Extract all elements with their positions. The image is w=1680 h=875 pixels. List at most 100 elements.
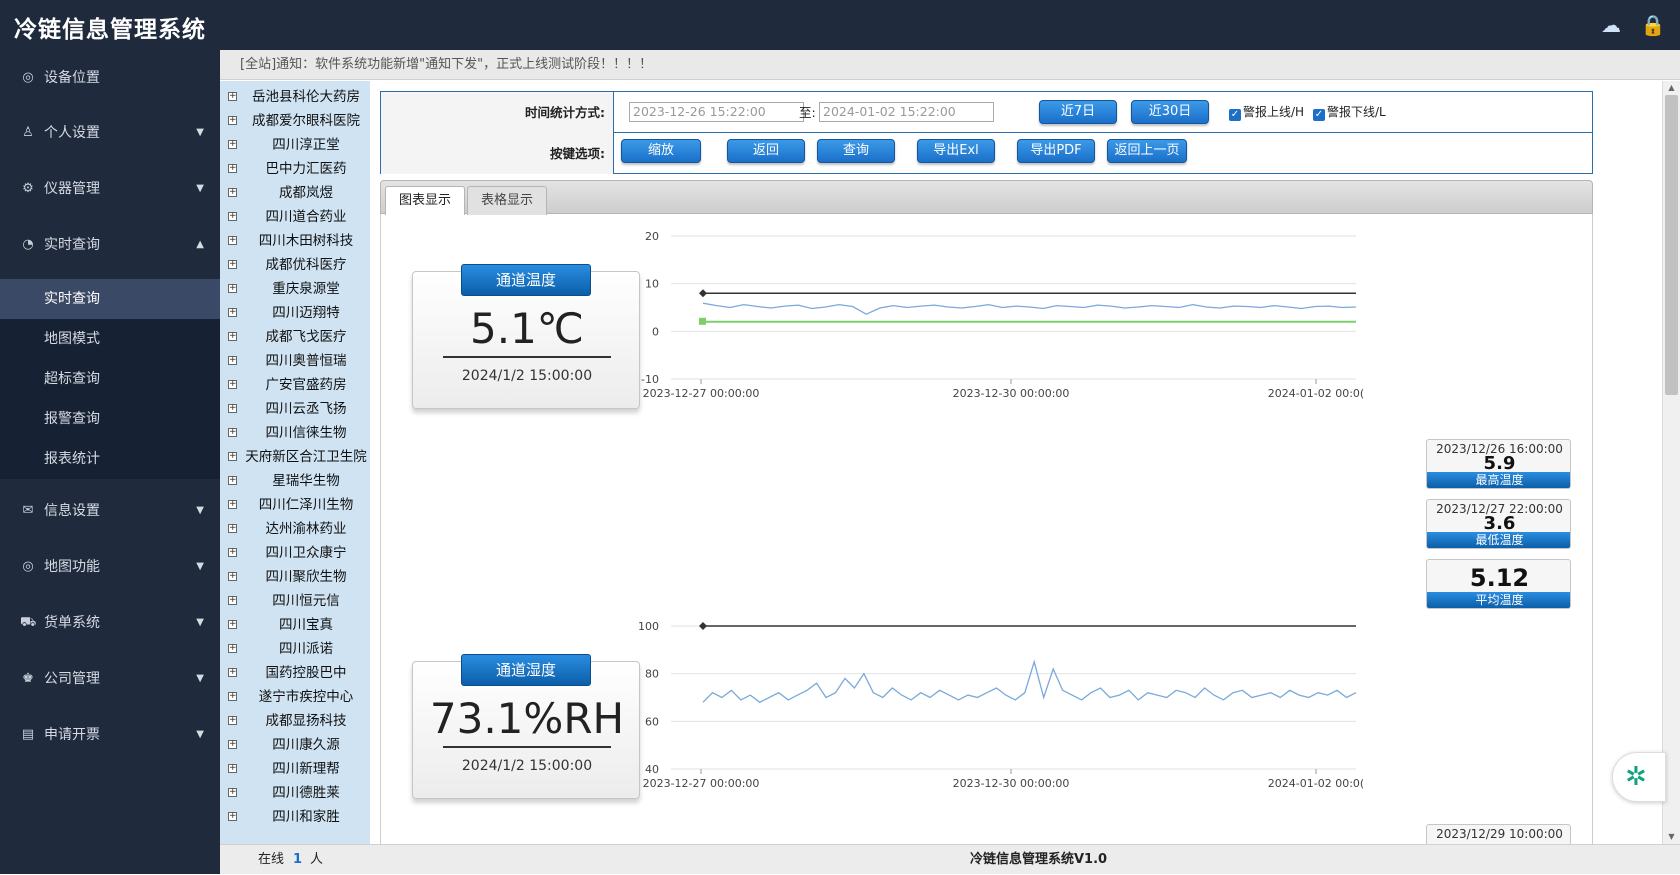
tree-item[interactable]: + 星瑞华生物 [220,469,370,493]
tree-item[interactable]: + 成都爱尔眼科医院 [220,109,370,133]
tree-item[interactable]: + 四川派诺 [220,637,370,661]
cloud-help-icon[interactable]: ☁ [1598,12,1624,38]
sidebar-item-realtime-query[interactable]: ◔ 实时查询 ▲ [0,225,220,265]
expand-icon[interactable]: + [228,212,237,221]
sidebar-item-company-management[interactable]: ♚ 公司管理 ▼ [0,659,220,699]
expand-icon[interactable]: + [228,164,237,173]
expand-icon[interactable]: + [228,452,237,461]
tree-item[interactable]: + 天府新区合江卫生院 [220,445,370,469]
chevron-up-icon: ▲ [196,239,204,250]
scroll-up-icon[interactable]: ▲ [1663,81,1680,95]
expand-icon[interactable]: + [228,92,237,101]
tree-item[interactable]: + 四川道合药业 [220,205,370,229]
sidebar-item-personal-settings[interactable]: ♙ 个人设置 ▼ [0,113,220,153]
tree-item[interactable]: + 遂宁市疾控中心 [220,685,370,709]
tree-item[interactable]: + 四川迈翔特 [220,301,370,325]
tree-item[interactable]: + 成都岚煜 [220,181,370,205]
expand-icon[interactable]: + [228,692,237,701]
scroll-down-icon[interactable]: ▼ [1663,830,1680,844]
tree-item[interactable]: + 四川新理帮 [220,757,370,781]
tab-chart-view[interactable]: 图表显示 [385,186,465,215]
end-date-input[interactable]: 2024-01-02 15:22:00 [819,102,994,122]
query-button[interactable]: 查询 [817,139,895,163]
sidebar-item-invoice[interactable]: ▤ 申请开票 ▼ [0,715,220,755]
temperature-gauge-header: 通道温度 [461,264,591,296]
tree-item[interactable]: + 四川聚欣生物 [220,565,370,589]
expand-icon[interactable]: + [228,260,237,269]
expand-icon[interactable]: + [228,380,237,389]
expand-icon[interactable]: + [228,596,237,605]
export-pdf-button[interactable]: 导出PDF [1017,139,1095,163]
tree-item[interactable]: + 重庆泉源堂 [220,277,370,301]
expand-icon[interactable]: + [228,356,237,365]
expand-icon[interactable]: + [228,236,237,245]
sidebar-subitem-report-stats[interactable]: 报表统计 [0,439,220,479]
tree-item[interactable]: + 达州渝林药业 [220,517,370,541]
expand-icon[interactable]: + [228,740,237,749]
export-excel-button[interactable]: 导出Exl [917,139,995,163]
sidebar-item-waybill-system[interactable]: ⛟ 货单系统 ▼ [0,603,220,643]
tree-item[interactable]: + 四川奥普恒瑞 [220,349,370,373]
expand-icon[interactable]: + [228,140,237,149]
expand-icon[interactable]: + [228,404,237,413]
tree-item[interactable]: + 成都显扬科技 [220,709,370,733]
expand-icon[interactable]: + [228,308,237,317]
expand-icon[interactable]: + [228,428,237,437]
tree-item[interactable]: + 四川康久源 [220,733,370,757]
tree-item[interactable]: + 成都优科医疗 [220,253,370,277]
back-button[interactable]: 返回 [727,139,805,163]
sidebar-subitem-realtime-query[interactable]: 实时查询 [0,279,220,319]
last-7-days-button[interactable]: 近7日 [1039,100,1117,124]
tree-item[interactable]: + 四川恒元信 [220,589,370,613]
expand-icon[interactable]: + [228,188,237,197]
expand-icon[interactable]: + [228,500,237,509]
expand-icon[interactable]: + [228,572,237,581]
expand-icon[interactable]: + [228,476,237,485]
tree-item[interactable]: + 四川云丞飞扬 [220,397,370,421]
tree-item[interactable]: + 四川宝真 [220,613,370,637]
expand-icon[interactable]: + [228,284,237,293]
lower-alarm-checkbox[interactable]: ✓ 警报下线/L [1313,103,1386,121]
sidebar-item-map-functions[interactable]: ◎ 地图功能 ▼ [0,547,220,587]
expand-icon[interactable]: + [228,620,237,629]
start-date-input[interactable]: 2023-12-26 15:22:00 [629,102,804,122]
tree-item[interactable]: + 国药控股巴中 [220,661,370,685]
tab-table-view[interactable]: 表格显示 [467,186,547,215]
expand-icon[interactable]: + [228,332,237,341]
tree-item[interactable]: + 四川卫众康宁 [220,541,370,565]
tree-item[interactable]: + 巴中力汇医药 [220,157,370,181]
expand-icon[interactable]: + [228,548,237,557]
expand-icon[interactable]: + [228,764,237,773]
upper-alarm-checkbox[interactable]: ✓ 警报上线/H [1229,103,1304,121]
sidebar-subitem-over-limit-query[interactable]: 超标查询 [0,359,220,399]
expand-icon[interactable]: + [228,812,237,821]
scroll-thumb[interactable] [1665,95,1678,395]
user-icon[interactable]: 🔒 [1640,12,1666,38]
return-previous-page-button[interactable]: 返回上一页 [1107,139,1187,163]
expand-icon[interactable]: + [228,116,237,125]
tree-item[interactable]: + 四川木田树科技 [220,229,370,253]
tree-item[interactable]: + 广安官盛药房 [220,373,370,397]
sidebar-item-info-settings[interactable]: ✉ 信息设置 ▼ [0,491,220,531]
tree-item[interactable]: + 四川和家胜 [220,805,370,829]
zoom-button[interactable]: 缩放 [621,139,701,163]
tree-item[interactable]: + 成都飞戈医疗 [220,325,370,349]
floating-assistant-button[interactable]: ✲ [1612,752,1666,802]
tree-item[interactable]: + 四川信徕生物 [220,421,370,445]
sidebar-item-instrument-management[interactable]: ⚙ 仪器管理 ▼ [0,169,220,209]
tree-item[interactable]: + 岳池县科伦大药房 [220,85,370,109]
tree-item[interactable]: + 四川淳正堂 [220,133,370,157]
last-30-days-button[interactable]: 近30日 [1131,100,1209,124]
expand-icon[interactable]: + [228,644,237,653]
expand-icon[interactable]: + [228,524,237,533]
tree-item[interactable]: + 四川仁泽川生物 [220,493,370,517]
sidebar-item-device-location[interactable]: ◎ 设备位置 [0,58,220,98]
sidebar-subitem-map-mode[interactable]: 地图模式 [0,319,220,359]
page-scrollbar[interactable]: ▲ ▼ [1662,81,1680,844]
expand-icon[interactable]: + [228,668,237,677]
sidebar-subitem-alarm-query[interactable]: 报警查询 [0,399,220,439]
expand-icon[interactable]: + [228,788,237,797]
app-title: 冷链信息管理系统 [14,17,206,43]
tree-item[interactable]: + 四川德胜莱 [220,781,370,805]
expand-icon[interactable]: + [228,716,237,725]
